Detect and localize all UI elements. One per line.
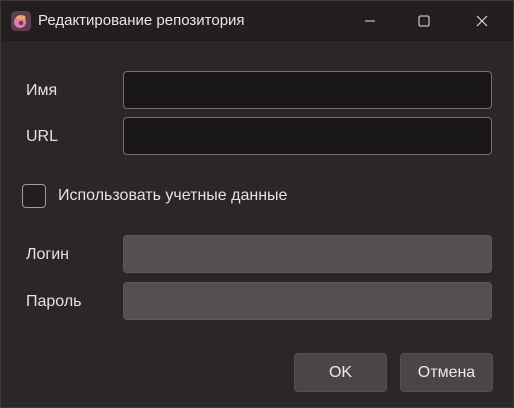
cancel-button[interactable]: Отмена xyxy=(400,353,493,392)
use-credentials-checkbox[interactable] xyxy=(22,184,46,208)
name-input[interactable] xyxy=(124,72,491,108)
title-bar[interactable]: Редактирование репозитория xyxy=(1,1,513,41)
minimize-icon xyxy=(365,20,375,22)
login-field xyxy=(123,235,492,273)
url-label: URL xyxy=(26,128,59,145)
login-input xyxy=(124,236,491,272)
repository-edit-dialog: Редактирование репозитория Имя URL Испол… xyxy=(0,0,514,408)
window-title: Редактирование репозитория xyxy=(38,12,245,29)
url-input[interactable] xyxy=(124,118,491,154)
login-label: Логин xyxy=(26,246,70,263)
name-field[interactable] xyxy=(123,71,492,109)
password-input xyxy=(124,283,491,319)
use-credentials-label[interactable]: Использовать учетные данные xyxy=(58,187,287,205)
minimize-button[interactable] xyxy=(347,1,393,41)
maximize-icon xyxy=(418,15,430,27)
ok-button[interactable]: OK xyxy=(294,353,387,392)
maximize-button[interactable] xyxy=(401,1,447,41)
name-label: Имя xyxy=(26,82,58,99)
close-icon xyxy=(476,15,488,27)
password-field xyxy=(123,282,492,320)
password-label: Пароль xyxy=(26,293,82,310)
url-field[interactable] xyxy=(123,117,492,155)
close-button[interactable] xyxy=(459,1,505,41)
app-icon xyxy=(11,11,31,31)
